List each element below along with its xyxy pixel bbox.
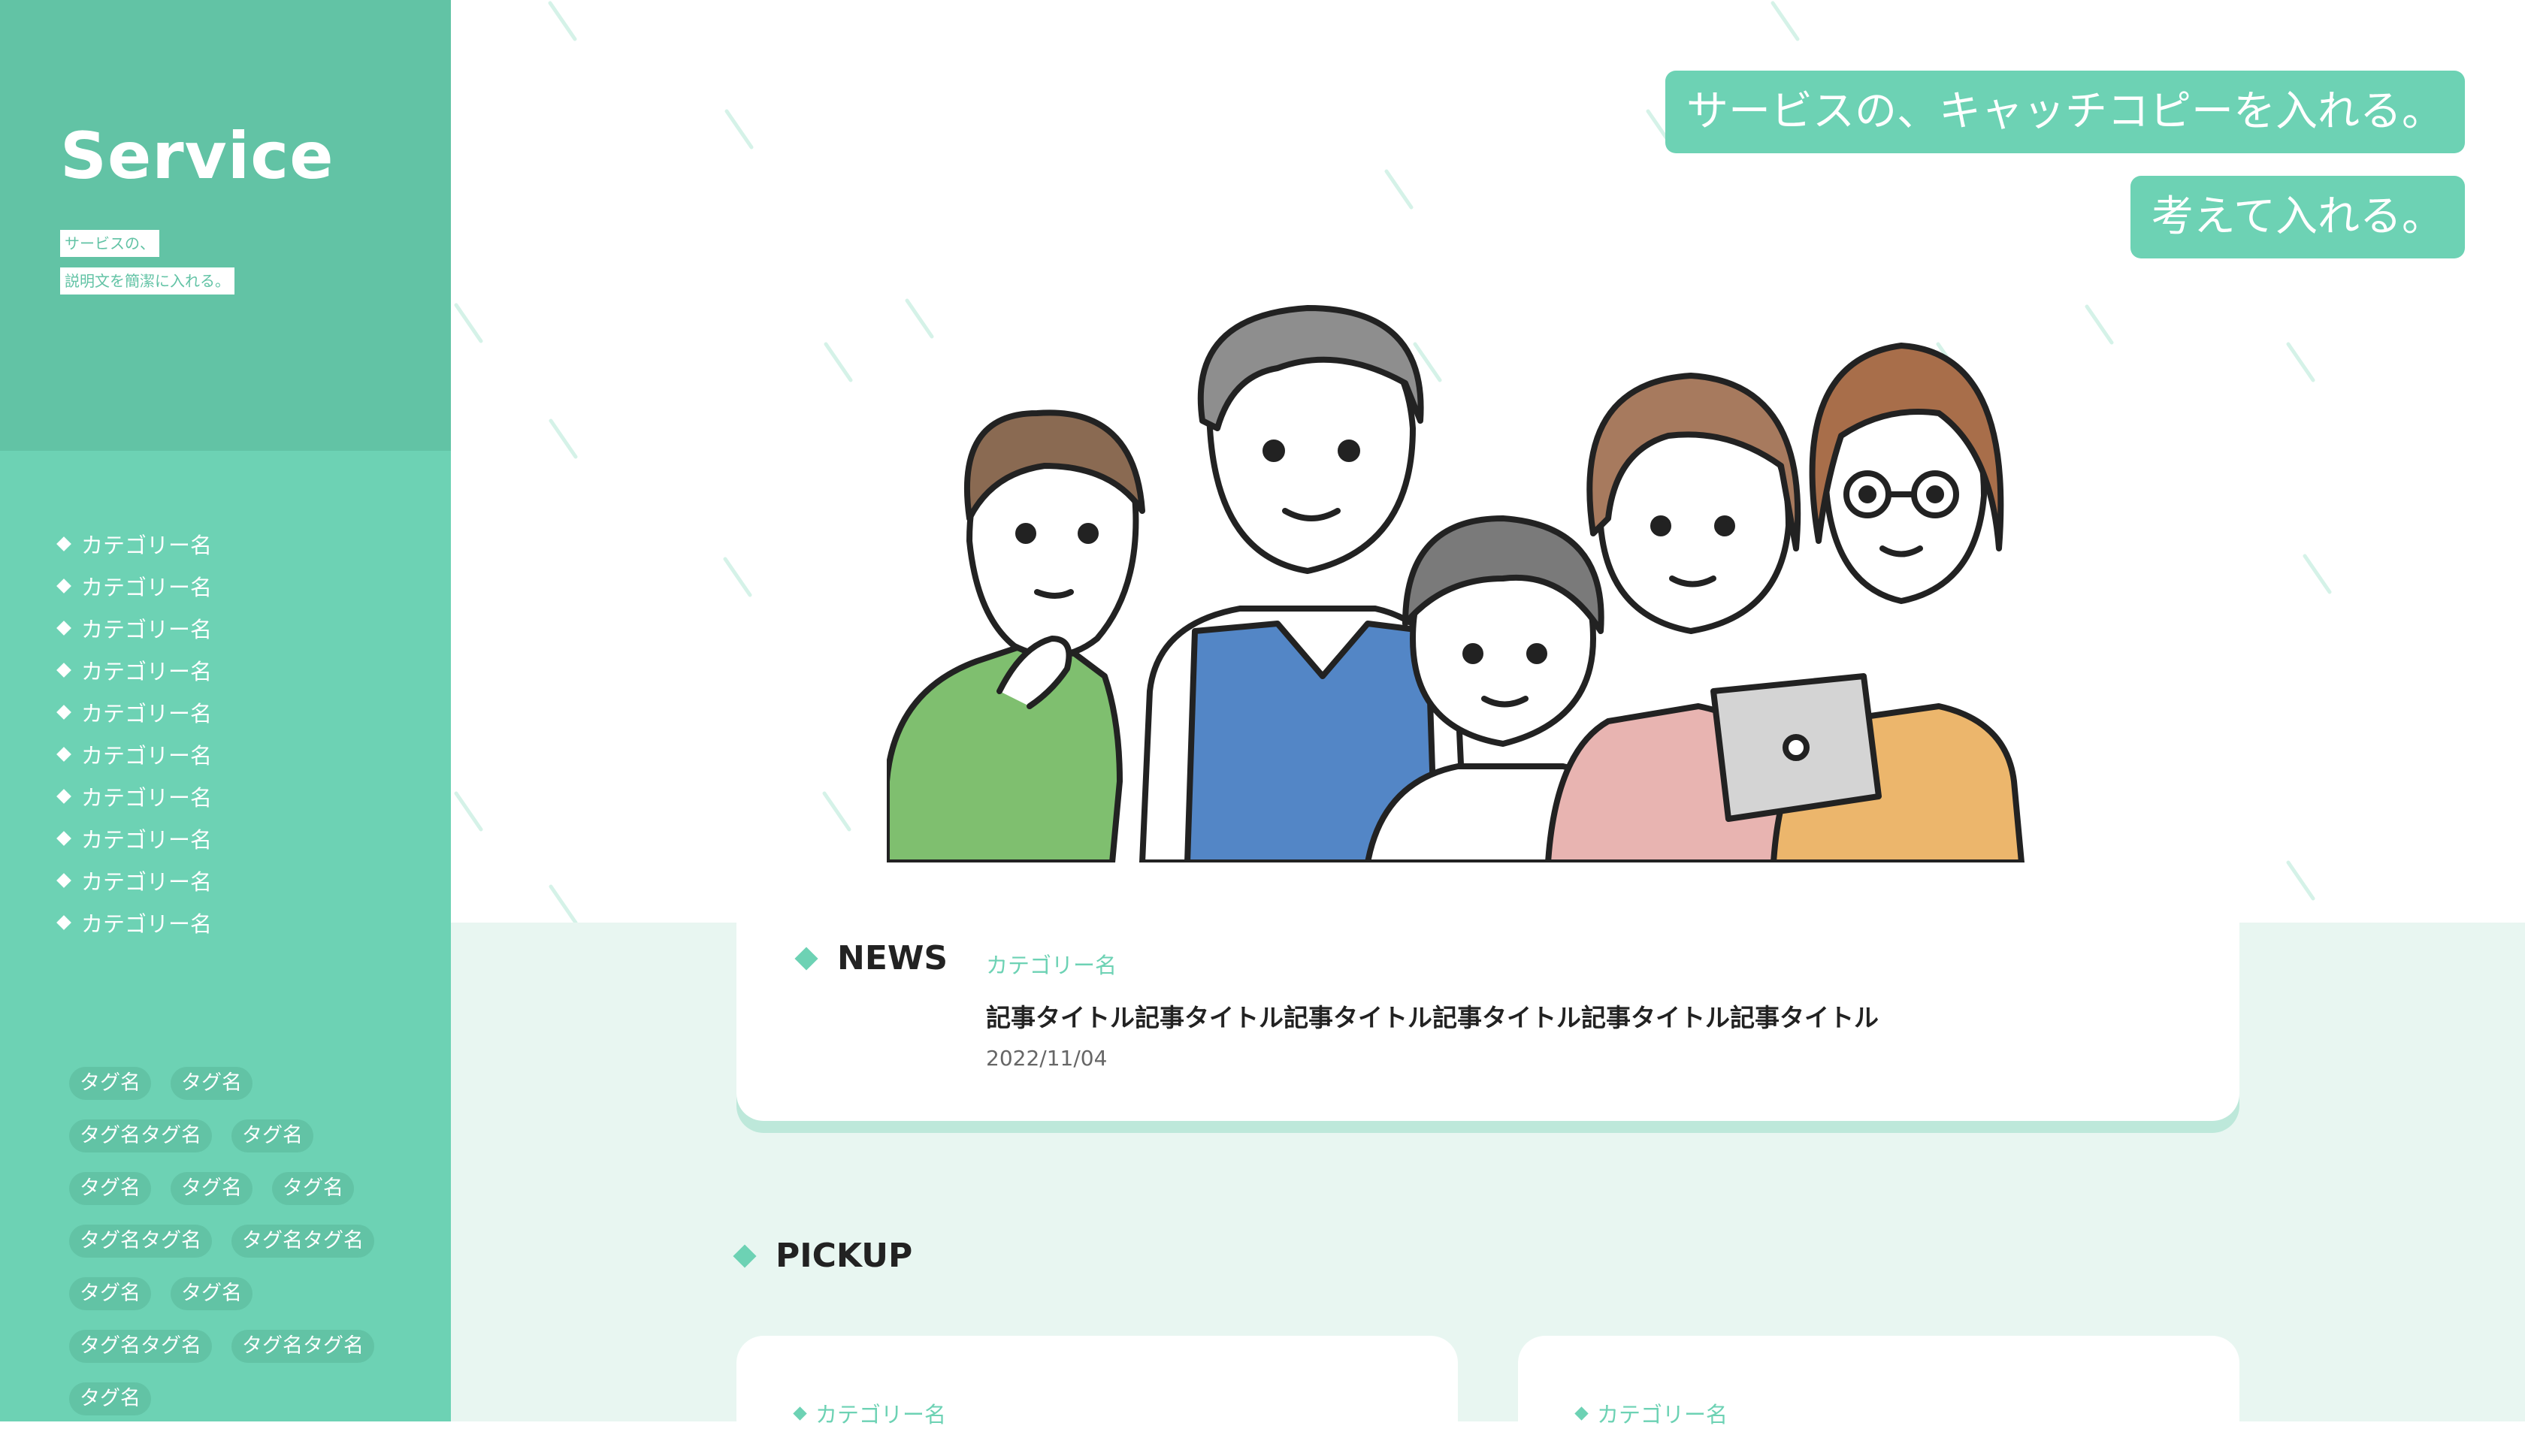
news-card[interactable]: NEWS カテゴリー名 記事タイトル記事タイトル記事タイトル記事タイトル記事タイ… [736, 923, 2239, 1121]
category-label: カテゴリー名 [81, 659, 213, 684]
category-label: カテゴリー名 [81, 785, 213, 811]
news-heading-label: NEWS [837, 939, 948, 977]
site-description-line: 説明文を簡潔に入れる。 [60, 267, 234, 295]
catch-copy-line: サービスの、キャッチコピーを入れる。 [1665, 71, 2465, 153]
diamond-icon [56, 747, 71, 762]
main-content: サービスの、キャッチコピーを入れる。 考えて入れる。 NEWS カテゴリー名 記… [451, 0, 2525, 1456]
category-link[interactable]: カテゴリー名 [56, 523, 213, 565]
site-description-line: サービスの、 [60, 230, 159, 257]
pickup-category-label: カテゴリー名 [1597, 1402, 1728, 1427]
diamond-icon [56, 578, 71, 594]
category-link[interactable]: カテゴリー名 [56, 859, 213, 902]
category-label: カテゴリー名 [81, 617, 213, 642]
tag-chip[interactable]: タグ名タグ名 [69, 1330, 212, 1363]
diamond-icon [56, 536, 71, 551]
site-description: サービスの、 説明文を簡潔に入れる。 [60, 230, 234, 305]
category-link[interactable]: カテゴリー名 [56, 733, 213, 775]
news-category[interactable]: カテゴリー名 [986, 948, 1117, 980]
diamond-icon [56, 663, 71, 678]
pickup-category-label: カテゴリー名 [815, 1402, 947, 1427]
pickup-card[interactable]: カテゴリー名 [736, 1336, 1458, 1456]
tag-chip[interactable]: タグ名タグ名 [69, 1225, 212, 1258]
category-label: カテゴリー名 [81, 701, 213, 726]
category-label: カテゴリー名 [81, 533, 213, 558]
news-date: 2022/11/04 [986, 1046, 1108, 1071]
sidebar: Service サービスの、 説明文を簡潔に入れる。 カテゴリー名 カテゴリー名… [0, 0, 451, 1421]
pickup-category[interactable]: カテゴリー名 [1574, 1397, 1728, 1429]
news-title-link[interactable]: 記事タイトル記事タイトル記事タイトル記事タイトル記事タイトル記事タイトル [986, 998, 1879, 1034]
category-link[interactable]: カテゴリー名 [56, 902, 213, 944]
diamond-icon [56, 915, 71, 930]
tag-chip[interactable]: タグ名 [69, 1277, 151, 1310]
catch-copy: サービスの、キャッチコピーを入れる。 考えて入れる。 [1665, 71, 2465, 281]
diamond-icon [733, 1243, 757, 1268]
diamond-icon [56, 621, 71, 636]
diamond-icon [794, 946, 818, 971]
pickup-heading-label: PICKUP [776, 1237, 913, 1275]
tag-chip[interactable]: タグ名 [69, 1382, 151, 1415]
tag-chip[interactable]: タグ名 [69, 1172, 151, 1205]
diamond-icon [1574, 1406, 1589, 1421]
category-link[interactable]: カテゴリー名 [56, 607, 213, 649]
tag-chip[interactable]: タグ名 [171, 1172, 252, 1205]
category-link[interactable]: カテゴリー名 [56, 691, 213, 733]
diamond-icon [56, 831, 71, 846]
tag-chip[interactable]: タグ名 [272, 1172, 354, 1205]
category-label: カテゴリー名 [81, 911, 213, 937]
tag-chip[interactable]: タグ名タグ名 [231, 1330, 374, 1363]
category-link[interactable]: カテゴリー名 [56, 775, 213, 817]
category-list: カテゴリー名 カテゴリー名 カテゴリー名 カテゴリー名 カテゴリー名 カテゴリー… [56, 523, 213, 944]
tag-chip[interactable]: タグ名タグ名 [231, 1225, 374, 1258]
tag-chip[interactable]: タグ名 [171, 1277, 252, 1310]
diamond-icon [56, 789, 71, 804]
category-label: カテゴリー名 [81, 743, 213, 769]
category-label: カテゴリー名 [81, 869, 213, 895]
news-heading: NEWS [794, 939, 948, 977]
hero-section: サービスの、キャッチコピーを入れる。 考えて入れる。 [451, 0, 2525, 923]
catch-copy-line: 考えて入れる。 [2130, 176, 2465, 258]
tag-cloud: タグ名 タグ名 タグ名タグ名 タグ名 タグ名 タグ名 タグ名 タグ名タグ名 タグ… [69, 1067, 385, 1415]
diamond-icon [56, 705, 71, 720]
brand-block: Service サービスの、 説明文を簡潔に入れる。 [0, 0, 451, 451]
pickup-card[interactable]: カテゴリー名 [1518, 1336, 2239, 1456]
pickup-category[interactable]: カテゴリー名 [793, 1397, 947, 1429]
tag-chip[interactable]: タグ名 [69, 1067, 151, 1100]
tag-chip[interactable]: タグ名 [171, 1067, 252, 1100]
category-label: カテゴリー名 [81, 575, 213, 600]
tag-chip[interactable]: タグ名 [231, 1119, 313, 1152]
pickup-heading: PICKUP [733, 1237, 913, 1275]
category-link[interactable]: カテゴリー名 [56, 649, 213, 691]
site-logo[interactable]: Service [60, 124, 334, 189]
category-label: カテゴリー名 [81, 827, 213, 853]
category-link[interactable]: カテゴリー名 [56, 565, 213, 607]
category-link[interactable]: カテゴリー名 [56, 817, 213, 859]
diamond-icon [56, 873, 71, 888]
tag-chip[interactable]: タグ名タグ名 [69, 1119, 212, 1152]
people-group-illustration [887, 305, 2025, 862]
diamond-icon [793, 1406, 807, 1421]
